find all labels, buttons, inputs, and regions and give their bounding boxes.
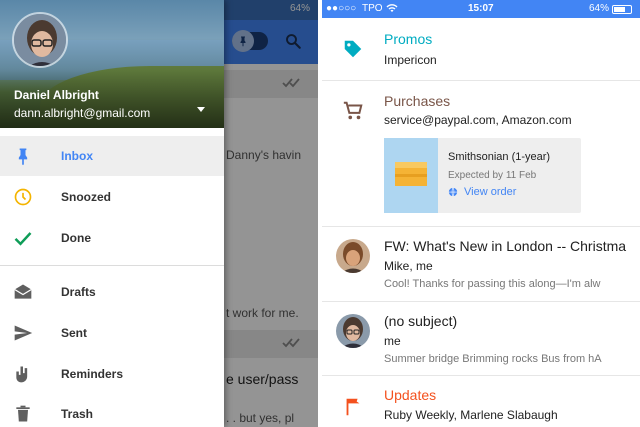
box-icon [384,138,438,213]
cart-icon [343,101,363,120]
email-item[interactable]: (no subject) me Summer bridge Brimming r… [322,302,640,376]
tag-icon [344,40,362,58]
bundle-title: Promos [384,31,433,47]
nav-label: Done [61,231,91,245]
navigation-drawer: Daniel Albright dann.albright@gmail.com … [0,0,224,427]
order-title: Smithsonian (1-year) [448,151,551,163]
nav-item-done[interactable]: Done [0,218,224,258]
order-card[interactable]: Smithsonian (1-year) Expected by 11 Feb … [384,138,581,213]
send-icon [14,325,33,341]
avatar [336,239,370,273]
pin-icon [18,148,28,166]
bundle-updates[interactable]: Updates Ruby Weekly, Marlene Slabaugh [322,376,640,427]
email-from: Mike, me [384,259,433,273]
view-order-label: View order [464,186,517,198]
nav-label: Inbox [61,149,93,163]
reminder-hand-icon [16,366,28,383]
nav-item-sent[interactable]: Sent [0,313,224,353]
clock-time: 15:07 [468,3,494,14]
user-email: dann.albright@gmail.com [14,106,151,120]
check-icon [14,232,32,246]
account-header[interactable]: Daniel Albright dann.albright@gmail.com [0,0,224,128]
email-subject: FW: What's New in London -- Christma [384,238,627,254]
account-dropdown-icon[interactable] [197,107,205,112]
right-phone-screen: ●●○○○ TPO 15:07 64% Promos Impericon Pur… [322,0,640,427]
bundle-promos[interactable]: Promos Impericon [322,18,640,81]
clock-icon [14,188,32,206]
globe-icon [448,187,458,197]
view-order-link[interactable]: View order [448,186,516,198]
nav-item-snoozed[interactable]: Snoozed [0,177,224,217]
nav-item-inbox[interactable]: Inbox [0,136,224,176]
nav-label: Sent [61,326,88,340]
bundle-title: Updates [384,387,437,403]
email-subject: (no subject) [384,313,458,329]
nav-label: Snoozed [61,190,111,204]
bundle-purchases[interactable]: Purchases service@paypal.com, Amazon.com… [322,81,640,227]
flag-icon [346,398,360,416]
order-expected: Expected by 11 Feb [448,170,537,181]
nav-label: Drafts [61,285,96,299]
nav-divider [0,265,224,266]
carrier-name: TPO [362,3,383,14]
nav-item-drafts[interactable]: Drafts [0,272,224,312]
signal-dots-icon: ●●○○○ [326,3,357,14]
wifi-icon [386,4,398,12]
avatar[interactable] [12,12,68,68]
battery-level: 64% [589,3,610,14]
email-from: me [384,334,401,348]
bundle-senders: Ruby Weekly, Marlene Slabaugh [384,408,558,422]
nav-item-reminders[interactable]: Reminders [0,354,224,394]
email-snippet: Summer bridge Brimming rocks Bus from hA [384,353,602,365]
avatar [336,314,370,348]
bundle-senders: service@paypal.com, Amazon.com [384,113,572,127]
trash-icon [16,405,30,422]
bundle-senders: Impericon [384,53,437,67]
nav-label: Trash [61,407,94,421]
email-snippet: Cool! Thanks for passing this along—I'm … [384,278,601,290]
ios-status-bar: ●●○○○ TPO 15:07 64% [322,0,640,18]
battery-icon [612,5,632,14]
user-name: Daniel Albright [14,88,99,102]
email-item[interactable]: FW: What's New in London -- Christma Mik… [322,227,640,302]
nav-label: Reminders [61,367,124,381]
drafts-icon [14,284,32,299]
left-phone-screen: 64% Danny's havin t work for me. e user/… [0,0,318,427]
nav-item-trash[interactable]: Trash [0,394,224,427]
bundle-title: Purchases [384,93,451,109]
